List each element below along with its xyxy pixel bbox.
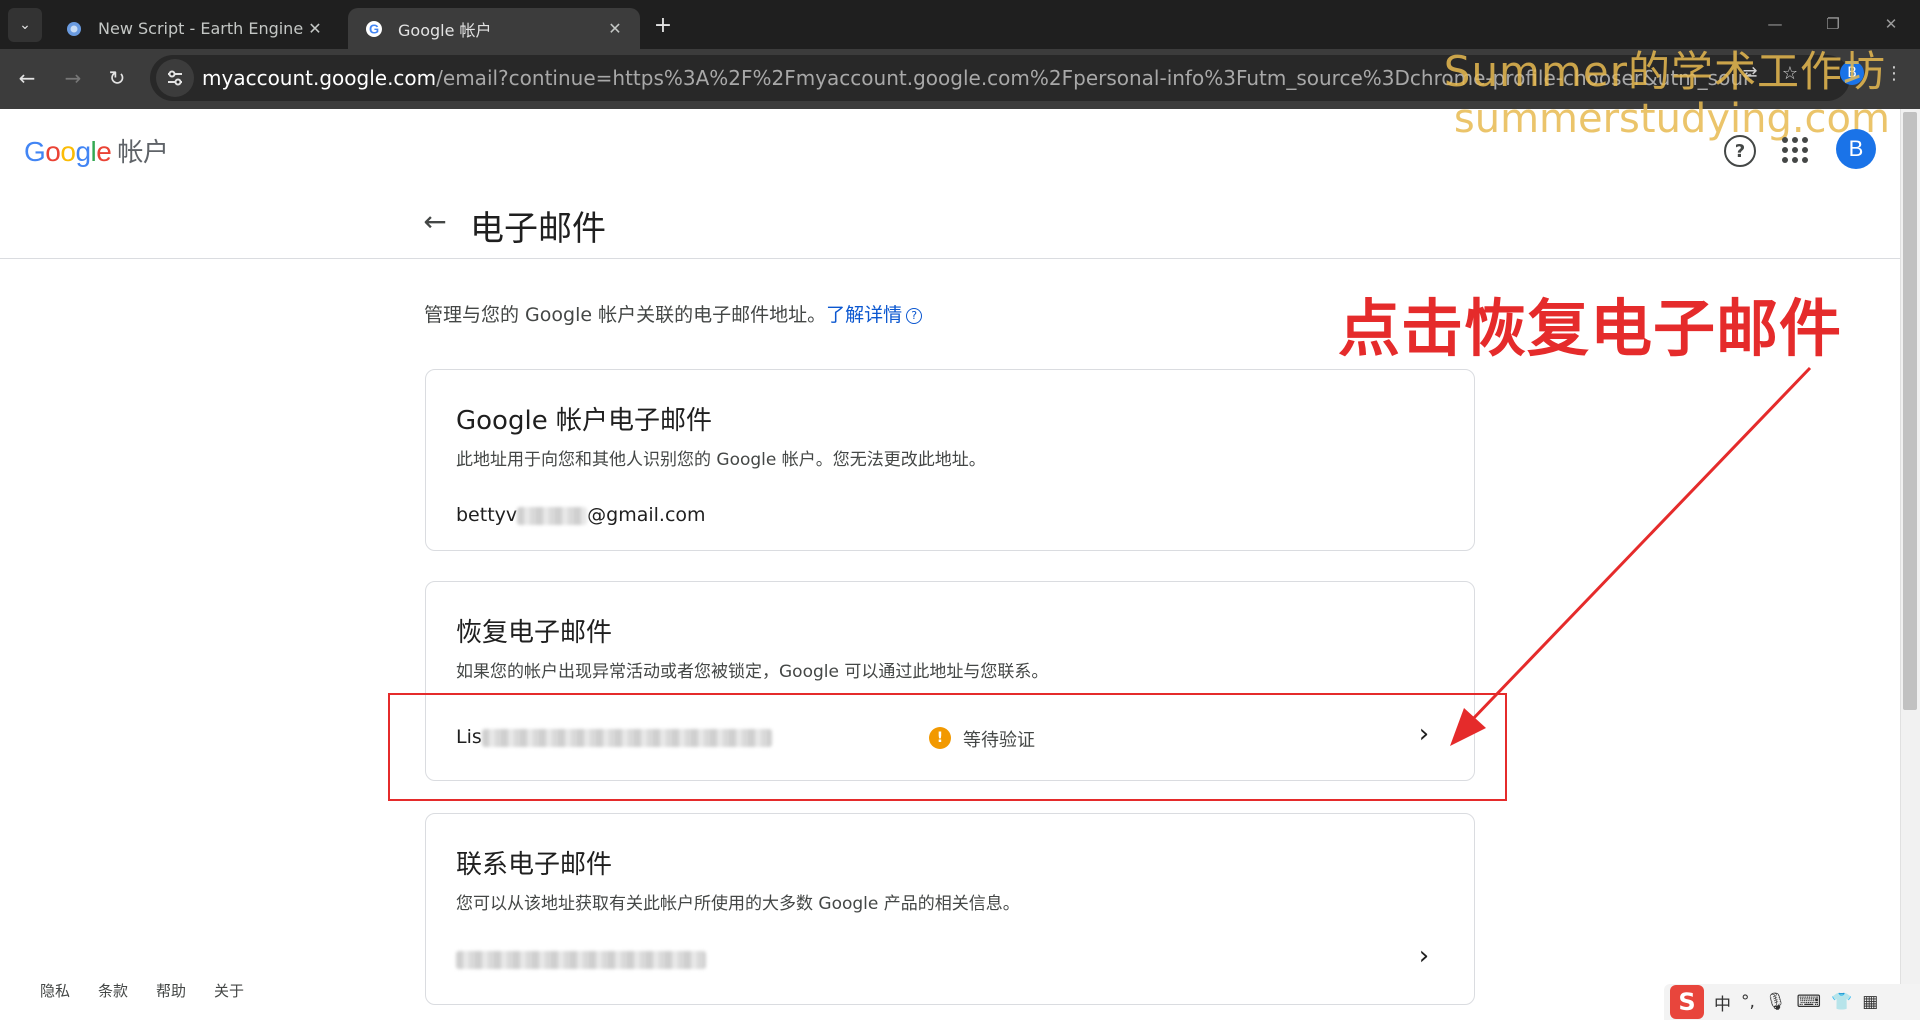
sogou-logo-icon[interactable]: S [1670,985,1704,1019]
watermark-title: Summer的学术工作坊 [1443,47,1886,96]
microphone-icon[interactable]: 🎙 [1765,992,1787,1012]
keyboard-icon[interactable]: ⌨ [1797,992,1822,1012]
footer-link-help[interactable]: 帮助 [156,980,186,1001]
card-description: 如果您的帐户出现异常活动或者您被锁定，Google 可以通过此地址与您联系。 [456,662,1049,682]
card-description: 您可以从该地址获取有关此帐户所使用的大多数 Google 产品的相关信息。 [456,894,1020,914]
forward-button[interactable]: → [58,63,88,93]
card-title: Google 帐户电子邮件 [456,406,712,436]
google-g-icon: G [364,19,384,39]
restore-icon[interactable]: ❐ [1816,10,1850,38]
ime-mode[interactable]: 中 [1714,990,1731,1015]
earth-engine-icon [64,19,84,39]
scrollbar-thumb[interactable] [1903,112,1917,710]
footer-link-about[interactable]: 关于 [214,980,244,1001]
site-info-icon[interactable] [156,59,194,97]
app-header: Google 帐户 ? B ← 电子邮件 [0,109,1900,259]
back-button[interactable]: ← [12,63,42,93]
account-email-card: Google 帐户电子邮件 此地址用于向您和其他人识别您的 Google 帐户。… [425,369,1475,551]
footer-link-terms[interactable]: 条款 [98,980,128,1001]
tab-title: New Script - Earth Engine Co [98,19,304,38]
learn-more-link[interactable]: 了解详情 [826,304,902,326]
ime-punctuation[interactable]: °, [1741,992,1755,1012]
help-circle-icon[interactable]: ? [906,307,923,324]
close-icon[interactable]: ✕ [604,18,626,40]
close-window-icon[interactable]: ✕ [1874,10,1908,38]
google-account-logo[interactable]: Google 帐户 [24,132,169,169]
account-email-value: bettyv @gmail.com [456,504,706,526]
footer: 隐私 条款 帮助 关于 [40,980,244,1001]
reload-button[interactable]: ↻ [102,63,132,93]
toolbox-icon[interactable]: ▦ [1862,992,1878,1012]
ime-toolbar: S 中 °, 🎙 ⌨ 👕 ▦ [1664,984,1920,1020]
contact-email-row[interactable]: › [426,918,1476,1006]
back-arrow-icon[interactable]: ← [418,204,452,238]
header-divider [0,258,1900,259]
help-icon[interactable]: ? [1724,135,1756,167]
tab-google-account[interactable]: G Google 帐户 ✕ [348,8,640,49]
tab-search-button[interactable]: ⌄ [8,8,42,42]
card-title: 恢复电子邮件 [456,618,613,648]
card-title: 联系电子邮件 [456,850,613,880]
intro-text: 管理与您的 Google 帐户关联的电子邮件地址。了解详情? [424,300,923,327]
logo-suffix: 帐户 [117,138,169,168]
annotation-text: 点击恢复电子邮件 [1338,292,1843,365]
close-icon[interactable]: ✕ [304,18,326,40]
apps-grid-icon[interactable] [1780,135,1810,165]
annotation-highlight-box [388,693,1507,801]
contact-email-card: 联系电子邮件 您可以从该地址获取有关此帐户所使用的大多数 Google 产品的相… [425,813,1475,1005]
tab-earth-engine[interactable]: New Script - Earth Engine Co ✕ [48,8,340,49]
svg-text:G: G [369,21,379,36]
skin-icon[interactable]: 👕 [1831,992,1852,1012]
tab-title: Google 帐户 [398,20,492,40]
contact-email-value [456,948,706,970]
page: ⌄ New Script - Earth Engine Co ✕ G Googl… [0,0,1920,1020]
redacted-text [517,506,588,525]
new-tab-button[interactable]: + [650,12,676,38]
chevron-right-icon[interactable]: › [1414,941,1434,971]
card-description: 此地址用于向您和其他人识别您的 Google 帐户。您无法更改此地址。 [456,450,986,470]
footer-link-privacy[interactable]: 隐私 [40,980,70,1001]
avatar[interactable]: B [1836,129,1876,169]
chevron-down-icon: ⌄ [19,17,31,33]
minimize-icon[interactable]: — [1758,10,1792,38]
page-title: 电子邮件 [470,209,606,249]
redacted-text [456,950,706,969]
